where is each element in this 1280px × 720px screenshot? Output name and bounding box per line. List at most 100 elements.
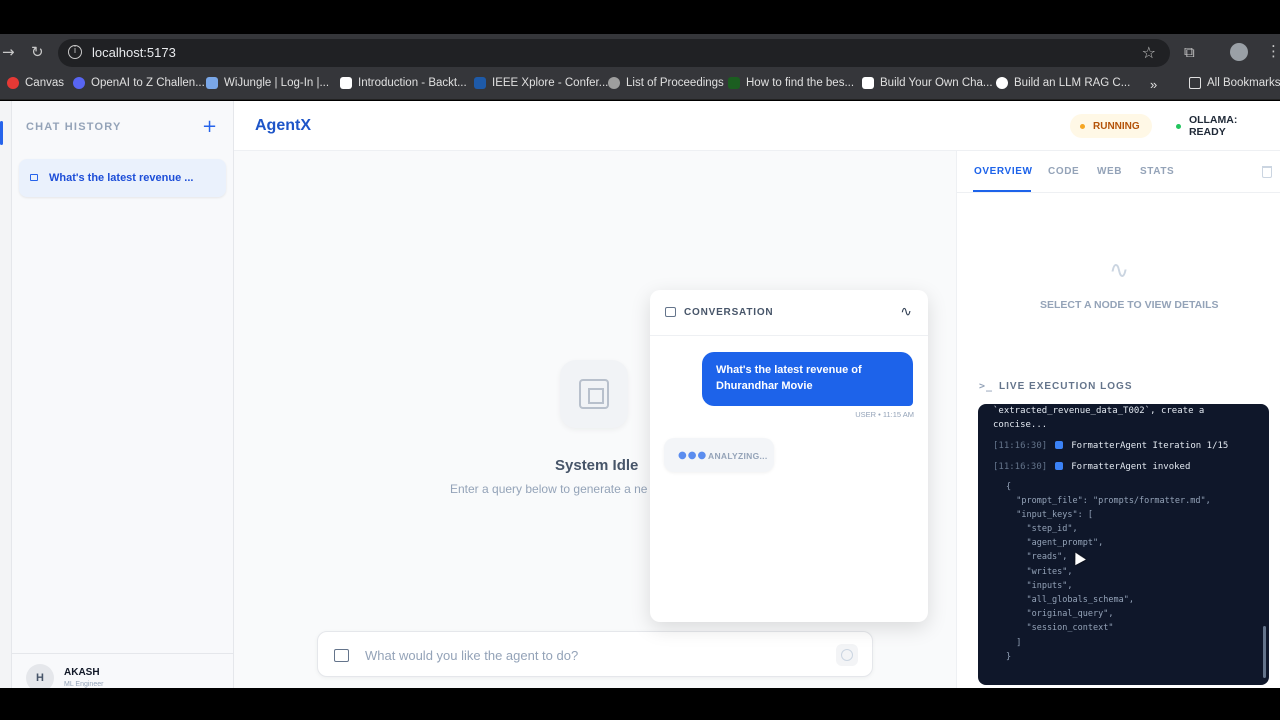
more-bookmarks-button[interactable]: » bbox=[1150, 77, 1157, 92]
log-line: concise... bbox=[993, 420, 1048, 430]
chat-history-label: What's the latest revenue ... bbox=[49, 172, 194, 184]
log-json-line: "step_id", bbox=[1006, 524, 1078, 534]
url-text[interactable]: localhost:5173 bbox=[92, 45, 176, 60]
log-json-line: "input_keys": [ bbox=[1006, 510, 1093, 520]
avatar: H bbox=[26, 664, 54, 688]
agentx-app: CHAT HISTORY + What's the latest revenue… bbox=[0, 101, 1280, 688]
bookmark-item[interactable]: Introduction - Backt... bbox=[340, 77, 467, 89]
bookmark-favicon-icon bbox=[474, 77, 486, 89]
bookmark-item[interactable]: OpenAI to Z Challen... bbox=[73, 77, 205, 89]
tab-code[interactable]: CODE bbox=[1048, 166, 1079, 177]
rail-active-marker bbox=[0, 121, 3, 145]
terminal-prompt-icon: >_ bbox=[979, 381, 994, 392]
idle-subtitle: Enter a query below to generate a ne bbox=[450, 482, 648, 496]
bookmark-star-icon[interactable]: ☆ bbox=[1142, 43, 1156, 62]
app-logo: AgentX bbox=[255, 117, 311, 134]
message-icon bbox=[334, 649, 349, 662]
bookmarks-bar: Canvas OpenAI to Z Challen... WiJungle |… bbox=[0, 70, 1280, 100]
trash-icon[interactable] bbox=[1262, 166, 1272, 178]
chat-history-item[interactable]: What's the latest revenue ... bbox=[19, 159, 226, 197]
user-message-bubble: What's the latest revenue of Dhurandhar … bbox=[702, 352, 913, 406]
log-json-line: "prompt_file": "prompts/formatter.md", bbox=[1006, 496, 1211, 506]
typing-dots-icon: ●●● bbox=[678, 450, 708, 461]
bookmark-item[interactable]: List of Proceedings bbox=[608, 77, 724, 89]
bookmark-favicon-icon bbox=[7, 77, 19, 89]
chat-bubble-icon bbox=[30, 174, 38, 181]
active-tab-indicator bbox=[973, 190, 1031, 192]
log-json-line: "writes", bbox=[1006, 567, 1073, 577]
log-json-line: "original_query", bbox=[1006, 609, 1114, 619]
user-role: ML Engineer bbox=[64, 681, 104, 688]
bookmark-item[interactable]: Build Your Own Cha... bbox=[862, 77, 993, 89]
log-line: `extracted_revenue_data_T002`, create a bbox=[993, 406, 1205, 416]
left-rail bbox=[0, 101, 12, 688]
bookmark-item[interactable]: WiJungle | Log-In |... bbox=[206, 77, 329, 89]
bookmark-favicon-icon bbox=[608, 77, 620, 89]
bookmark-item[interactable]: How to find the bes... bbox=[728, 77, 854, 89]
status-dot-icon bbox=[1080, 123, 1085, 129]
conversation-header: CONVERSATION ∿ bbox=[650, 290, 928, 336]
log-scrollbar[interactable] bbox=[1263, 626, 1266, 678]
profile-avatar[interactable] bbox=[1230, 43, 1248, 61]
log-entry: [11:16:30] FormatterAgent Iteration 1/15 bbox=[993, 441, 1229, 451]
status-badge-ollama: OLLAMA: READY bbox=[1172, 114, 1280, 138]
user-profile[interactable]: H AKASH ML Engineer bbox=[12, 653, 234, 688]
cpu-icon bbox=[579, 379, 609, 409]
log-json-line: ] bbox=[1006, 638, 1022, 648]
forward-icon[interactable]: → bbox=[2, 43, 15, 61]
tab-overview[interactable]: OVERVIEW bbox=[974, 166, 1033, 177]
send-button[interactable] bbox=[836, 644, 858, 666]
details-panel: OVERVIEW CODE WEB STATS ∿ SELECT A NODE … bbox=[956, 151, 1280, 688]
bookmark-favicon-icon bbox=[728, 77, 740, 89]
chat-history-title: CHAT HISTORY bbox=[26, 121, 122, 133]
query-input[interactable]: What would you like the agent to do? bbox=[317, 631, 873, 677]
app-header: AgentX RUNNING OLLAMA: READY bbox=[234, 101, 1280, 151]
activity-icon[interactable]: ∿ bbox=[900, 304, 912, 320]
log-json-line: "session_context" bbox=[1006, 623, 1114, 633]
log-json-line: "all_globals_schema", bbox=[1006, 595, 1134, 605]
activity-icon: ∿ bbox=[1109, 256, 1130, 284]
chat-bubble-icon bbox=[665, 307, 676, 317]
conversation-title: CONVERSATION bbox=[684, 307, 774, 318]
query-placeholder[interactable]: What would you like the agent to do? bbox=[365, 648, 578, 663]
extensions-icon[interactable]: ⧉ bbox=[1184, 43, 1195, 61]
message-meta: USER • 11:15 AM bbox=[855, 410, 914, 419]
bookmark-favicon-icon bbox=[340, 77, 352, 89]
execution-log-terminal[interactable]: `extracted_revenue_data_T002`, create a … bbox=[978, 404, 1269, 685]
browser-menu-icon[interactable]: ⋮ bbox=[1266, 42, 1280, 60]
log-json-line: } bbox=[1006, 652, 1012, 662]
browser-toolbar: → ↻ i localhost:5173 ☆ ⧉ ⋮ bbox=[0, 34, 1280, 70]
iteration-icon bbox=[1055, 441, 1064, 449]
analyzing-label: ANALYZING... bbox=[708, 451, 768, 461]
logs-title: >_ LIVE EXECUTION LOGS bbox=[979, 381, 1133, 392]
tab-web[interactable]: WEB bbox=[1097, 166, 1122, 177]
log-json-line: "reads", bbox=[1006, 552, 1068, 562]
bookmark-item[interactable]: Build an LLM RAG C... bbox=[996, 77, 1130, 89]
log-json-line: "inputs", bbox=[1006, 581, 1073, 591]
idle-state bbox=[560, 360, 628, 428]
screen-bottom-bar bbox=[0, 688, 1280, 720]
address-bar[interactable]: i localhost:5173 ☆ bbox=[58, 39, 1170, 67]
screen-top-bar bbox=[0, 0, 1280, 34]
chat-history-sidebar: CHAT HISTORY + What's the latest revenue… bbox=[12, 101, 234, 688]
all-bookmarks-button[interactable]: All Bookmarks bbox=[1189, 77, 1280, 89]
log-json-line: "agent_prompt", bbox=[1006, 538, 1104, 548]
idle-title: System Idle bbox=[555, 457, 639, 474]
new-chat-button[interactable]: + bbox=[202, 116, 217, 137]
reload-icon[interactable]: ↻ bbox=[31, 43, 44, 61]
bookmark-item[interactable]: IEEE Xplore - Confer... bbox=[474, 77, 608, 89]
agent-icon bbox=[1055, 462, 1064, 470]
log-entry: [11:16:30] FormatterAgent invoked bbox=[993, 462, 1191, 472]
folder-icon bbox=[1189, 77, 1201, 89]
user-name: AKASH bbox=[64, 667, 100, 678]
log-json-line: { bbox=[1006, 482, 1012, 492]
bookmark-item[interactable]: Canvas bbox=[7, 77, 64, 89]
bookmark-favicon-icon bbox=[73, 77, 85, 89]
analyzing-indicator: ●●● ANALYZING... bbox=[664, 438, 774, 472]
site-info-icon[interactable]: i bbox=[68, 45, 82, 59]
conversation-panel: CONVERSATION ∿ What's the latest revenue… bbox=[650, 290, 928, 622]
tab-stats[interactable]: STATS bbox=[1140, 166, 1174, 177]
status-dot-icon bbox=[1176, 123, 1181, 129]
details-tabs: OVERVIEW CODE WEB STATS bbox=[957, 151, 1280, 193]
node-hint: SELECT A NODE TO VIEW DETAILS bbox=[1040, 299, 1219, 311]
